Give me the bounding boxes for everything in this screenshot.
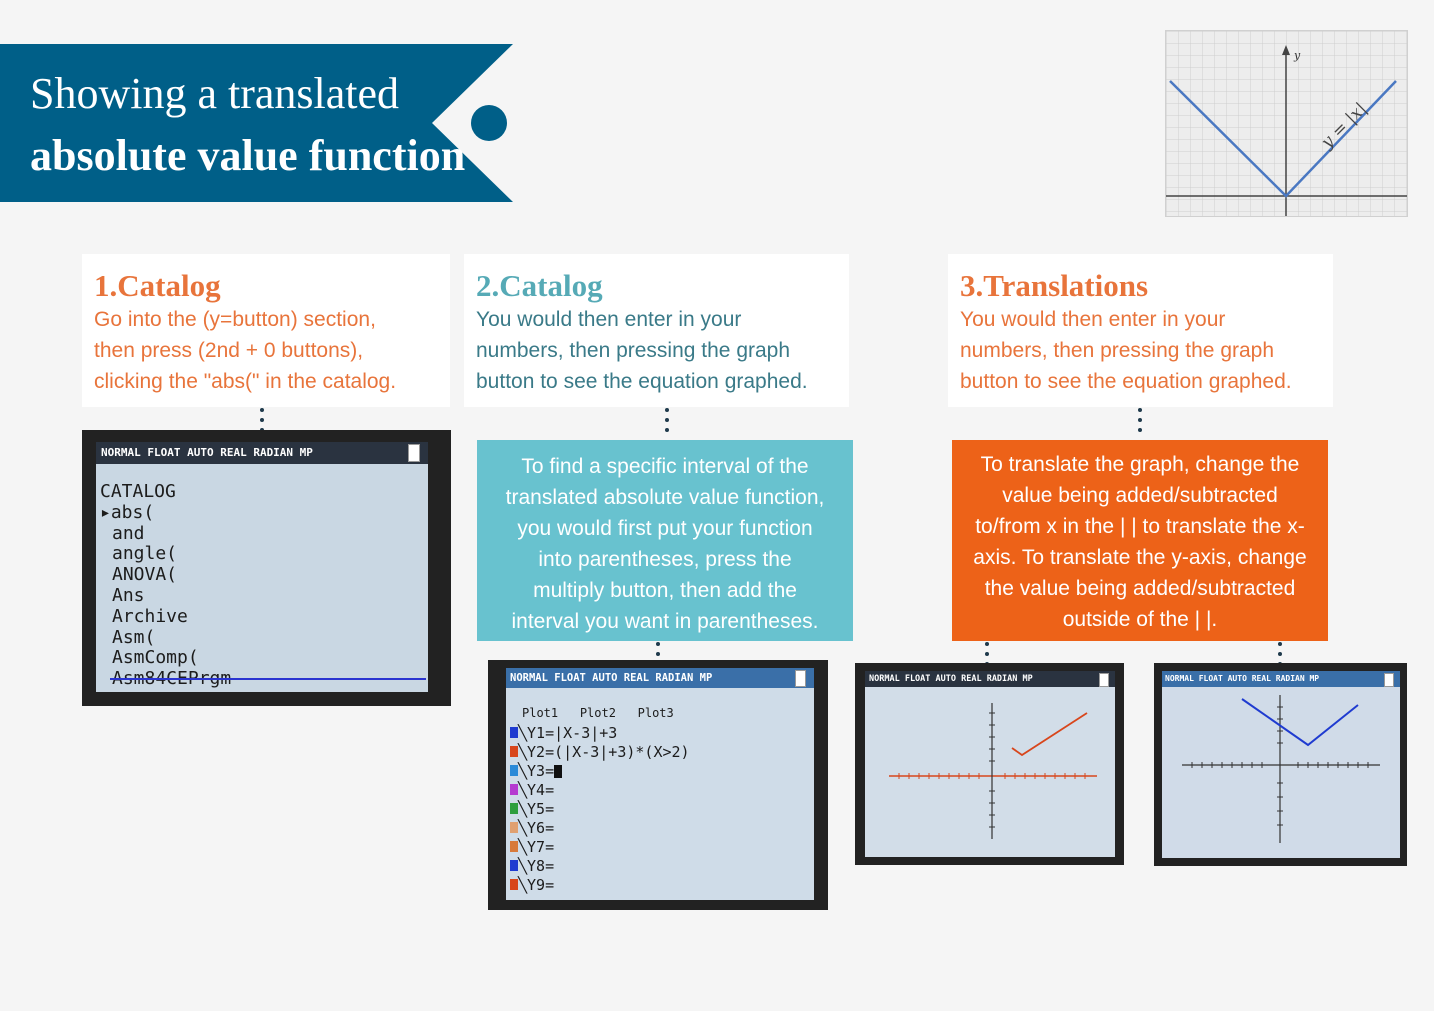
step-card-2: 2.Catalog You would then enter in your n… [464, 254, 849, 407]
catalog-item-asmcomp[interactable]: AsmComp( [100, 648, 231, 669]
banner-title-line2: absolute value function [30, 131, 466, 180]
translate-info-line-4: axis. To translate the y-axis, change [973, 546, 1307, 569]
translate-info-line-3: to/from x in the | | to translate the x- [975, 515, 1305, 538]
interval-info-line-2: translated absolute value function, [505, 486, 825, 509]
plot3-label[interactable]: Plot3 [638, 706, 674, 720]
banner-dot [471, 105, 507, 141]
catalog-item-archive[interactable]: Archive [100, 606, 231, 628]
y-row[interactable]: ╲Y4= [510, 781, 690, 800]
y-row[interactable]: ╲Y5= [510, 800, 690, 819]
catalog-scroll-line [110, 678, 426, 680]
catalog-item-angle[interactable]: angle( [100, 544, 231, 565]
step-1-line-3: clicking the "abs(" in the catalog. [94, 370, 397, 393]
catalog-item-asm[interactable]: Asm( [100, 627, 231, 649]
interval-info-line-4: into parentheses, press the [538, 548, 792, 571]
step-1-line-2: then press (2nd + 0 buttons), [94, 339, 364, 362]
absolute-value-graph-thumbnail: y y = |x| [1165, 30, 1408, 217]
cursor-block [554, 765, 563, 778]
step-card-1: 1.Catalog Go into the (y=button) section… [82, 254, 450, 407]
translate-info-line-5: the value being added/subtracted [984, 577, 1296, 600]
interval-info-line-3: you would first put your function [517, 517, 813, 540]
interval-graph-plot [889, 703, 1097, 839]
interval-graph-photo: NORMAL FLOAT AUTO REAL RADIAN MP [855, 663, 1124, 865]
y-equals-screen-photo: NORMAL FLOAT AUTO REAL RADIAN MP Plot1 P… [488, 660, 828, 910]
y-row[interactable]: ╲Y1=|X-3|+3 [510, 724, 690, 743]
translate-info-line-2: value being added/subtracted [1002, 484, 1278, 507]
thumb-y-label: y [1293, 49, 1301, 62]
step-3-line-3: button to see the equation graphed. [960, 370, 1292, 393]
step-2-line-2: numbers, then pressing the graph [476, 339, 791, 362]
catalog-screen: NORMAL FLOAT AUTO REAL RADIAN MP CATALOG… [96, 442, 428, 692]
catalog-item-abs[interactable]: ▸abs( [100, 502, 231, 524]
translate-info-line-1: To translate the graph, change the [980, 453, 1300, 476]
graph1-status-bar: NORMAL FLOAT AUTO REAL RADIAN MP [865, 671, 1115, 687]
plot1-label[interactable]: Plot1 [522, 706, 558, 720]
interval-graph-screen: NORMAL FLOAT AUTO REAL RADIAN MP [865, 671, 1115, 857]
step-3-line-2: numbers, then pressing the graph [960, 339, 1275, 362]
plot2-label[interactable]: Plot2 [580, 706, 616, 720]
y-equals-screen: NORMAL FLOAT AUTO REAL RADIAN MP Plot1 P… [506, 668, 814, 900]
yeq-status-bar: NORMAL FLOAT AUTO REAL RADIAN MP [506, 668, 814, 688]
y-row[interactable]: ╲Y7= [510, 838, 690, 857]
catalog-item-anova[interactable]: ANOVA( [100, 564, 231, 586]
interval-info-line-1: To find a specific interval of the [521, 455, 809, 478]
y-row[interactable]: ╲Y6= [510, 819, 690, 838]
catalog-header: CATALOG [100, 481, 176, 502]
step-1-line-1: Go into the (y=button) section, [94, 308, 376, 331]
step-2-title: 2.Catalog [476, 268, 603, 303]
catalog-item-ans[interactable]: Ans [100, 585, 231, 607]
interval-info-line-6: interval you want in parentheses. [511, 610, 819, 633]
catalog-screen-photo: NORMAL FLOAT AUTO REAL RADIAN MP CATALOG… [82, 430, 451, 706]
graph2-status-bar: NORMAL FLOAT AUTO REAL RADIAN MP [1162, 671, 1400, 687]
catalog-item-and[interactable]: and [100, 523, 231, 545]
step-3-line-1: You would then enter in your [960, 308, 1226, 331]
y-row[interactable]: ╲Y2=(|X-3|+3)*(X>2) [510, 743, 690, 762]
step-2-line-1: You would then enter in your [476, 308, 742, 331]
translated-graph-photo: NORMAL FLOAT AUTO REAL RADIAN MP [1154, 663, 1407, 866]
step-2-line-3: button to see the equation graphed. [476, 370, 808, 393]
translate-info-box: To translate the graph, change the value… [952, 440, 1328, 641]
step-1-title: 1.Catalog [94, 268, 221, 303]
graph2-curve [1241, 698, 1359, 747]
interval-info-line-5: multiply button, then add the [533, 579, 797, 602]
graph1-curve [1011, 712, 1088, 757]
catalog-status-bar: NORMAL FLOAT AUTO REAL RADIAN MP [96, 442, 428, 464]
translated-graph-screen: NORMAL FLOAT AUTO REAL RADIAN MP [1162, 671, 1400, 858]
connector-dots-2 [665, 408, 669, 438]
connector-dots-3 [1138, 408, 1142, 438]
battery-icon [1099, 673, 1109, 687]
battery-icon [408, 444, 420, 462]
step-card-3: 3.Translations You would then enter in y… [948, 254, 1333, 407]
y-equals-list: ╲Y1=|X-3|+3 ╲Y2=(|X-3|+3)*(X>2) ╲Y3= ╲Y4… [510, 724, 690, 895]
y-row[interactable]: ╲Y9= [510, 876, 690, 895]
battery-icon [1384, 673, 1394, 687]
y-row[interactable]: ╲Y3= [510, 762, 690, 781]
interval-info-box: To find a specific interval of the trans… [477, 440, 853, 641]
translate-info-line-6: outside of the | |. [1062, 608, 1218, 631]
battery-icon [795, 670, 806, 687]
banner-title-line1: Showing a translated [30, 69, 400, 118]
translated-graph-plot [1182, 695, 1380, 843]
y-row[interactable]: ╲Y8= [510, 857, 690, 876]
title-banner: Showing a translated absolute value func… [0, 44, 513, 202]
step-3-title: 3.Translations [960, 268, 1149, 303]
